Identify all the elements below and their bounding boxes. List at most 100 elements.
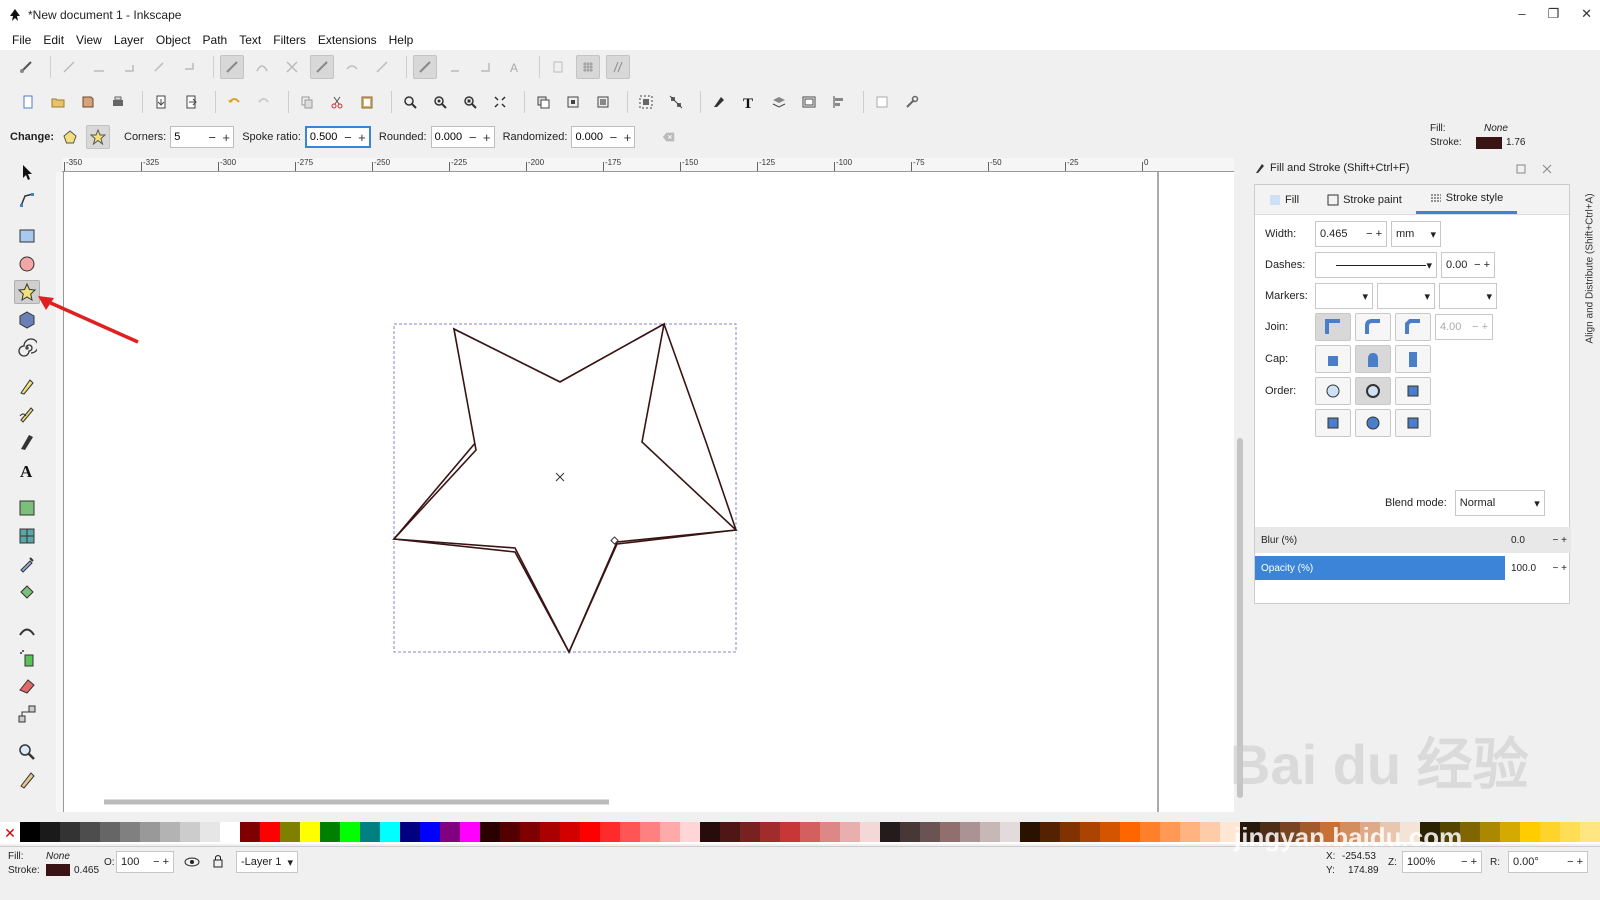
palette-swatch[interactable] — [600, 822, 620, 842]
palette-swatch[interactable] — [780, 822, 800, 842]
tab-stroke-paint[interactable]: Stroke paint — [1313, 185, 1416, 214]
palette-swatch[interactable] — [920, 822, 940, 842]
tab-stroke-style[interactable]: Stroke style — [1415, 185, 1518, 214]
snap-text-baseline-button[interactable]: A — [503, 55, 527, 79]
duplicate-button[interactable] — [531, 90, 555, 114]
unlink-clone-button[interactable] — [591, 90, 615, 114]
layers-button[interactable] — [767, 90, 791, 114]
blend-mode-select[interactable]: Normal ▾ — [1454, 490, 1545, 516]
pencil-tool[interactable] — [14, 402, 40, 426]
palette-swatch[interactable] — [140, 822, 160, 842]
width-spinner[interactable]: 0.465− + — [1315, 221, 1387, 247]
eye-visibility-icon[interactable] — [184, 855, 200, 869]
palette-swatch[interactable] — [660, 822, 680, 842]
snap-bbox-button[interactable] — [57, 55, 81, 79]
cut-button[interactable] — [325, 90, 349, 114]
palette-swatch[interactable] — [360, 822, 380, 842]
palette-swatch[interactable] — [800, 822, 820, 842]
horizontal-ruler[interactable]: -350 -325 -300 -275 -250 -225 -200 -175 -150 -125… — [62, 158, 1234, 172]
layer-select[interactable]: -Layer 1 ▾ — [236, 851, 298, 873]
spoke-ratio-decrement[interactable]: − — [341, 130, 355, 145]
rounded-input[interactable] — [431, 127, 466, 147]
palette-swatch[interactable] — [500, 822, 520, 842]
order-markers-stroke-fill-button[interactable] — [1395, 409, 1431, 437]
spoke-ratio-input[interactable] — [306, 127, 341, 147]
indicator-stroke-swatch[interactable] — [1476, 137, 1502, 149]
start-marker-select[interactable]: ▾ — [1315, 283, 1373, 309]
palette-swatch[interactable] — [440, 822, 460, 842]
clone-button[interactable] — [561, 90, 585, 114]
palette-swatch[interactable] — [200, 822, 220, 842]
menu-help[interactable]: Help — [389, 33, 414, 47]
palette-swatch[interactable] — [960, 822, 980, 842]
drawing-canvas[interactable] — [64, 172, 1234, 812]
undo-button[interactable] — [222, 90, 246, 114]
palette-swatch[interactable] — [40, 822, 60, 842]
palette-swatch[interactable] — [1460, 822, 1480, 842]
order-stroke-fill-markers-button[interactable] — [1355, 377, 1391, 405]
polygon-mode-button[interactable] — [58, 125, 82, 149]
star-mode-button[interactable] — [86, 125, 110, 149]
palette-swatch[interactable] — [620, 822, 640, 842]
menu-view[interactable]: View — [76, 33, 102, 47]
palette-swatch[interactable] — [300, 822, 320, 842]
snap-center-button[interactable] — [443, 55, 467, 79]
node-tool[interactable] — [14, 188, 40, 212]
tab-fill[interactable]: Fill — [1255, 185, 1313, 214]
snap-guide-button[interactable] — [606, 55, 630, 79]
palette-swatch[interactable] — [1500, 822, 1520, 842]
rectangle-tool[interactable] — [14, 224, 40, 248]
snap-rotation-center-button[interactable] — [473, 55, 497, 79]
menu-path[interactable]: Path — [203, 33, 228, 47]
palette-swatch[interactable] — [1080, 822, 1100, 842]
palette-swatch[interactable] — [640, 822, 660, 842]
palette-swatch[interactable] — [420, 822, 440, 842]
connector-tool[interactable] — [14, 702, 40, 726]
miter-limit-spinner[interactable]: 4.00− + — [1435, 314, 1493, 340]
snap-grid-button[interactable] — [576, 55, 600, 79]
reset-defaults-button[interactable] — [657, 125, 681, 149]
cap-butt-button[interactable] — [1315, 345, 1351, 373]
order-stroke-markers-fill-button[interactable] — [1355, 409, 1391, 437]
palette-swatch[interactable] — [80, 822, 100, 842]
palette-swatch[interactable] — [120, 822, 140, 842]
corners-input[interactable] — [171, 127, 206, 147]
palette-swatch[interactable] — [1020, 822, 1040, 842]
snap-others-button[interactable] — [413, 55, 437, 79]
palette-swatch[interactable] — [860, 822, 880, 842]
lock-icon[interactable] — [212, 853, 224, 869]
palette-swatch[interactable] — [760, 822, 780, 842]
palette-swatch[interactable] — [460, 822, 480, 842]
xml-editor-button[interactable] — [797, 90, 821, 114]
palette-swatch[interactable] — [320, 822, 340, 842]
redo-button[interactable] — [252, 90, 276, 114]
menu-object[interactable]: Object — [156, 33, 191, 47]
palette-swatch[interactable] — [1200, 822, 1220, 842]
snap-smooth-button[interactable] — [340, 55, 364, 79]
import-button[interactable] — [149, 90, 173, 114]
snap-bbox-edge-button[interactable] — [87, 55, 111, 79]
palette-swatch[interactable] — [560, 822, 580, 842]
palette-swatch[interactable] — [1000, 822, 1020, 842]
snap-bbox-corner-button[interactable] — [117, 55, 141, 79]
ungroup-button[interactable] — [664, 90, 688, 114]
palette-swatch[interactable] — [1040, 822, 1060, 842]
palette-swatch[interactable] — [160, 822, 180, 842]
menu-file[interactable]: File — [12, 33, 31, 47]
dock-iconify-icon[interactable] — [1516, 164, 1526, 174]
palette-swatch[interactable] — [720, 822, 740, 842]
paste-button[interactable] — [355, 90, 379, 114]
palette-swatch[interactable] — [60, 822, 80, 842]
order-fill-stroke-markers-button[interactable] — [1315, 377, 1351, 405]
calligraphy-tool[interactable] — [14, 430, 40, 454]
mid-marker-select[interactable]: ▾ — [1377, 283, 1435, 309]
snap-bbox-center-button[interactable] — [177, 55, 201, 79]
open-button[interactable] — [46, 90, 70, 114]
snap-page-button[interactable] — [546, 55, 570, 79]
palette-swatch[interactable] — [1140, 822, 1160, 842]
menu-edit[interactable]: Edit — [43, 33, 64, 47]
menu-layer[interactable]: Layer — [114, 33, 144, 47]
palette-swatch[interactable] — [580, 822, 600, 842]
align-distribute-button[interactable] — [827, 90, 851, 114]
paint-bucket-tool[interactable] — [14, 580, 40, 604]
